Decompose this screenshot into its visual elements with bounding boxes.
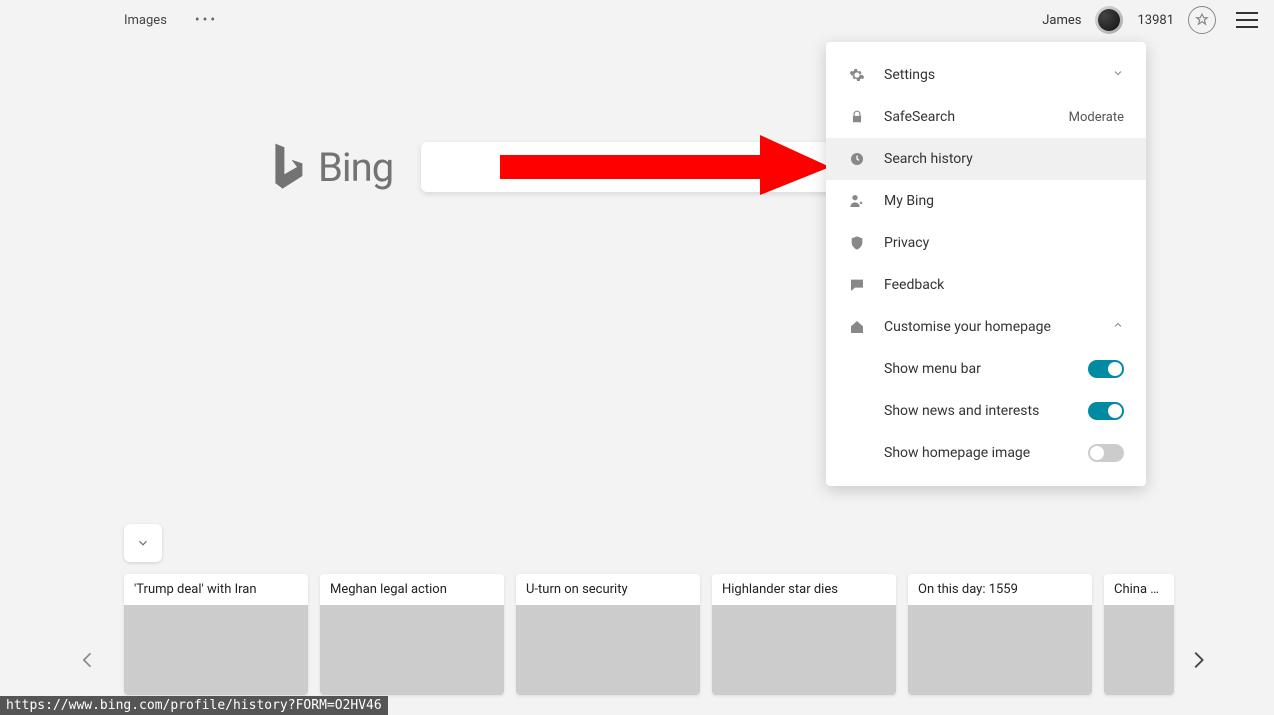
safesearch-row[interactable]: SafeSearch Moderate [826,96,1146,138]
top-navbar: Images ••• James 13981 [0,0,1274,40]
customise-row[interactable]: Customise your homepage [826,306,1146,348]
privacy-label: Privacy [884,235,1124,251]
person-star-icon [848,192,866,210]
rewards-points[interactable]: 13981 [1137,13,1174,28]
my-bing-label: My Bing [884,193,1124,209]
bing-logo-icon [270,140,306,194]
news-thumbnail [908,605,1092,695]
toggle-news[interactable] [1088,402,1124,420]
news-thumbnail [1104,605,1174,695]
toggle-image[interactable] [1088,444,1124,462]
toggle-news-label: Show news and interests [884,403,1088,419]
bing-logo: Bing [270,140,393,194]
news-title: Highlander star dies [712,574,896,605]
settings-panel: Settings SafeSearch Moderate Search hist… [826,42,1146,486]
toggle-image-row: Show homepage image [826,432,1146,474]
customise-label: Customise your homepage [884,319,1094,335]
toggle-news-row: Show news and interests [826,390,1146,432]
news-card[interactable]: U-turn on security [516,574,700,695]
search-history-row[interactable]: Search history [826,138,1146,180]
privacy-row[interactable]: Privacy [826,222,1146,264]
news-card[interactable]: Meghan legal action [320,574,504,695]
news-title: Meghan legal action [320,574,504,605]
avatar[interactable] [1095,6,1123,34]
chevron-up-icon [1112,319,1124,335]
home-icon [848,318,866,336]
news-next-button[interactable] [1178,610,1218,710]
shield-icon [848,234,866,252]
clock-icon [848,150,866,168]
hamburger-menu-icon[interactable] [1236,12,1258,28]
news-title: China virus [1104,574,1174,605]
rewards-icon[interactable] [1188,6,1216,34]
news-card[interactable]: China virus [1104,574,1174,695]
news-thumbnail [516,605,700,695]
settings-label: Settings [884,67,1094,83]
feedback-row[interactable]: Feedback [826,264,1146,306]
search-history-label: Search history [884,151,1124,167]
news-prev-button[interactable] [68,610,108,710]
my-bing-row[interactable]: My Bing [826,180,1146,222]
news-thumbnail [712,605,896,695]
news-thumbnail [124,605,308,695]
news-card[interactable]: 'Trump deal' with Iran [124,574,308,695]
news-strip: 'Trump deal' with Iran Meghan legal acti… [124,524,1274,695]
chevron-down-icon [1112,67,1124,83]
toggle-menu-bar[interactable] [1088,360,1124,378]
lock-icon [848,108,866,126]
more-menu-icon[interactable]: ••• [195,12,218,28]
news-card[interactable]: Highlander star dies [712,574,896,695]
toggle-menu-bar-label: Show menu bar [884,361,1088,377]
collapse-news-button[interactable] [124,524,162,562]
toggle-menu-bar-row: Show menu bar [826,348,1146,390]
news-title: U-turn on security [516,574,700,605]
chat-icon [848,276,866,294]
news-thumbnail [320,605,504,695]
news-title: On this day: 1559 [908,574,1092,605]
username-label[interactable]: James [1042,13,1081,28]
settings-row[interactable]: Settings [826,54,1146,96]
status-bar-url: https://www.bing.com/profile/history?FOR… [0,696,388,715]
safesearch-value: Moderate [1069,110,1124,125]
gear-icon [848,66,866,84]
news-title: 'Trump deal' with Iran [124,574,308,605]
bing-wordmark: Bing [318,144,393,191]
images-link[interactable]: Images [124,13,167,28]
toggle-image-label: Show homepage image [884,445,1088,461]
feedback-label: Feedback [884,277,1124,293]
safesearch-label: SafeSearch [884,109,1051,125]
news-card[interactable]: On this day: 1559 [908,574,1092,695]
